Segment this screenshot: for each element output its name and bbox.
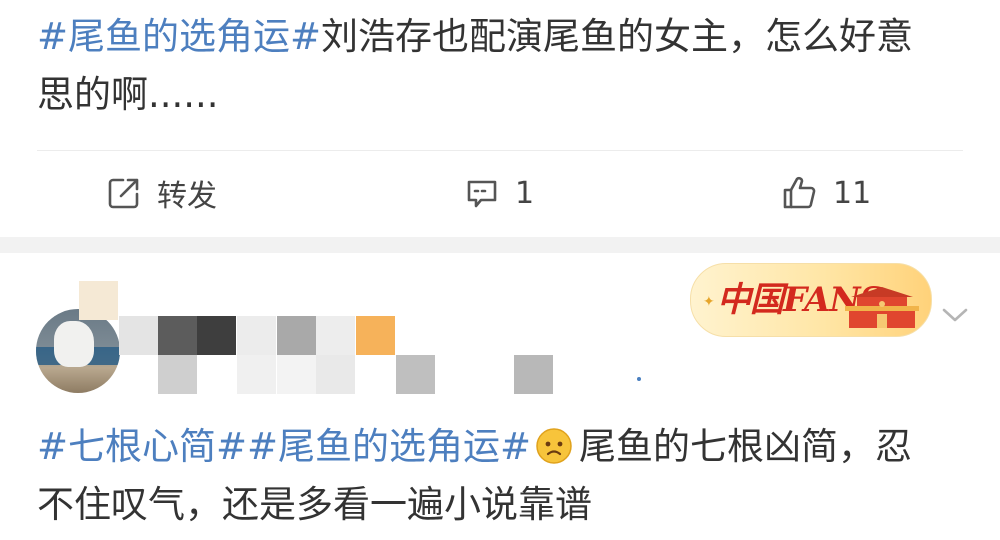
- repost-button[interactable]: 转发: [107, 151, 217, 235]
- mosaic-block: [158, 355, 197, 394]
- mosaic-block: [277, 355, 316, 394]
- mosaic-block: [356, 316, 395, 355]
- mosaic-block: [79, 281, 118, 320]
- share-icon: [107, 176, 141, 210]
- hashtag-link[interactable]: #尾鱼的选角运#: [247, 425, 531, 468]
- mosaic-block: [197, 316, 236, 355]
- hashtag-link[interactable]: #七根心简#: [37, 425, 247, 468]
- post-text: #尾鱼的选角运#刘浩存也配演尾鱼的女主，怎么好意思的啊......: [37, 8, 967, 124]
- mosaic-block: [514, 355, 553, 394]
- feed-separator: [0, 237, 1000, 253]
- redacted-username: [0, 253, 700, 403]
- mosaic-block: [316, 316, 355, 355]
- post-body-line-1: 尾鱼的七根凶简，忍: [579, 425, 913, 468]
- chevron-down-icon[interactable]: [940, 303, 970, 327]
- post-body-line-1: 刘浩存也配演尾鱼的女主，怎么好意: [321, 15, 914, 58]
- action-bar: 转发 1 11: [0, 151, 1000, 235]
- face-emoji-icon: [536, 428, 572, 464]
- gate-icon: [845, 287, 919, 328]
- like-button[interactable]: 11: [781, 151, 871, 235]
- post-body-line-2: 不住叹气，还是多看一遍小说靠谱: [37, 483, 592, 526]
- comment-button[interactable]: 1: [465, 151, 534, 235]
- mosaic-block: [277, 316, 316, 355]
- fans-badge[interactable]: ✦ 中国FANS: [690, 263, 932, 337]
- dot-mark: [637, 377, 641, 381]
- thumbs-up-icon: [781, 175, 817, 211]
- mosaic-block: [158, 316, 197, 355]
- comment-count: 1: [515, 175, 535, 211]
- mosaic-block: [237, 355, 276, 394]
- post-card-2: ✦ 中国FANS #七根心简##尾鱼的选角运# 尾鱼的七根凶简，忍不住叹气，还是多…: [0, 253, 1000, 540]
- post-body-line-2: 思的啊......: [37, 73, 219, 116]
- like-count: 11: [833, 175, 872, 211]
- star-icon: ✦: [703, 294, 715, 310]
- comment-icon: [465, 176, 499, 210]
- hashtag-link[interactable]: #尾鱼的选角运#: [37, 15, 321, 58]
- mosaic-block: [316, 355, 355, 394]
- post-card-1: #尾鱼的选角运#刘浩存也配演尾鱼的女主，怎么好意思的啊...... 转发 1: [0, 0, 1000, 237]
- mosaic-block: [119, 316, 158, 355]
- mosaic-block: [396, 355, 435, 394]
- post-text: #七根心简##尾鱼的选角运# 尾鱼的七根凶简，忍不住叹气，还是多看一遍小说靠谱: [37, 418, 967, 534]
- mosaic-block: [237, 316, 276, 355]
- repost-label: 转发: [157, 179, 217, 214]
